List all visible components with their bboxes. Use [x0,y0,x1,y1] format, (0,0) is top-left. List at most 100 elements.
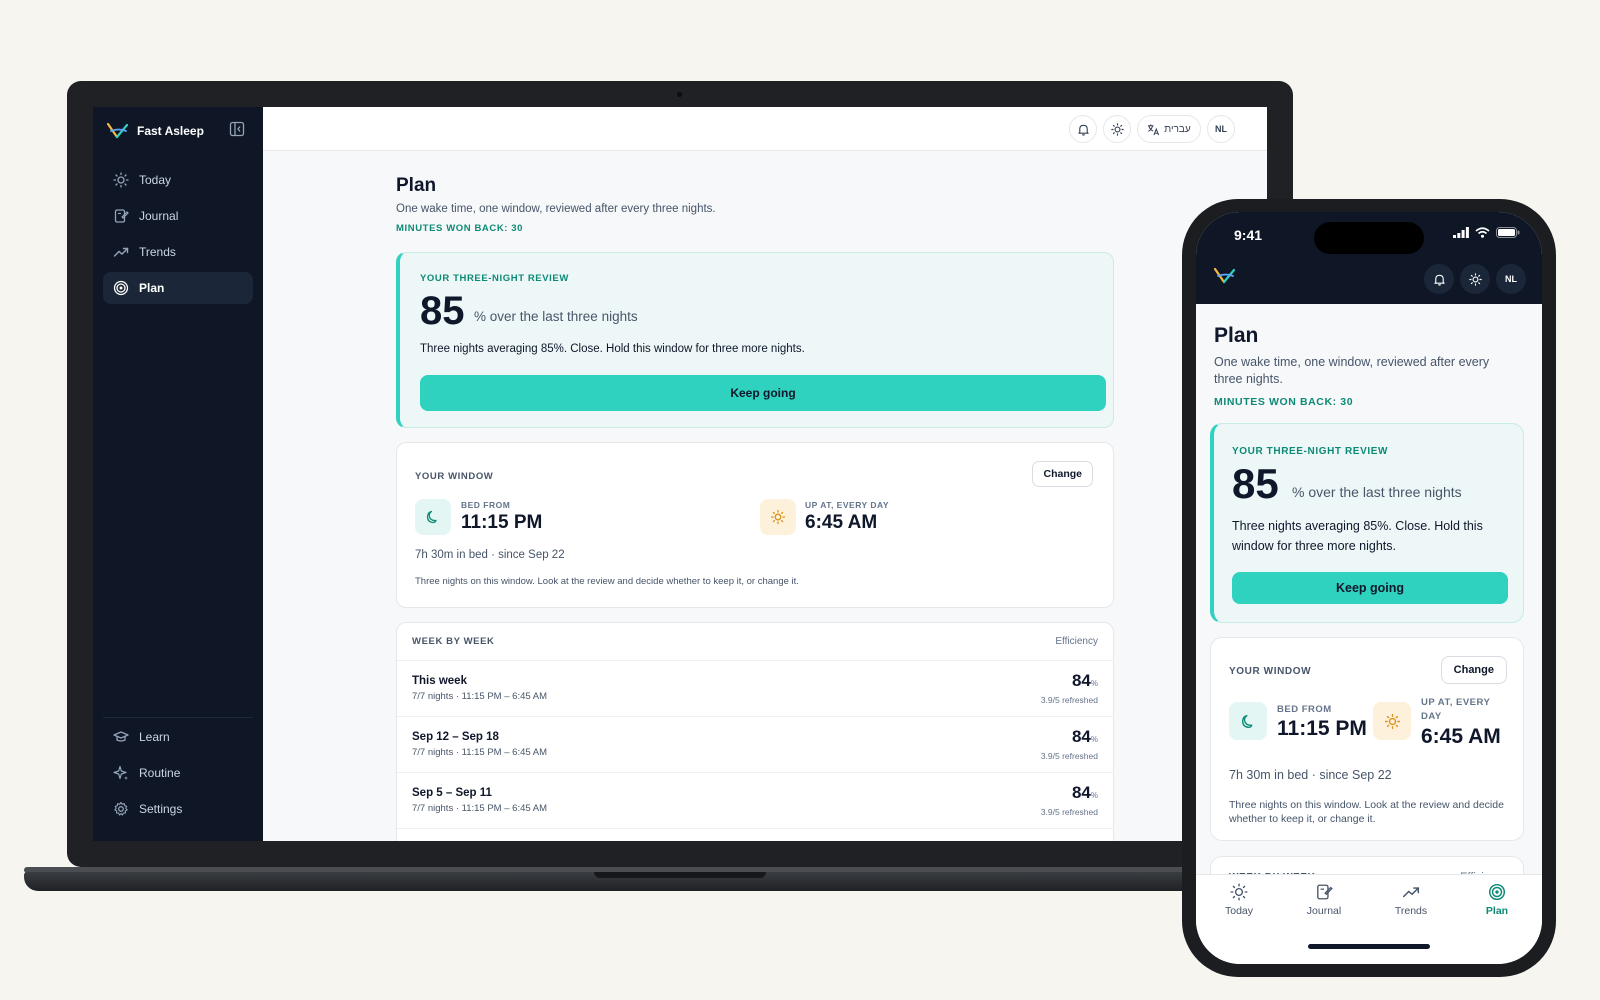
home-indicator[interactable] [1308,944,1430,949]
bed-time: 11:15 PM [1277,717,1367,740]
sidebar-item-label: Routine [139,766,181,780]
user-avatar[interactable]: NL [1207,115,1235,143]
review-message: Three nights averaging 85%. Close. Hold … [420,343,805,355]
review-score: 85 [420,289,465,333]
sidebar-item-label: Trends [139,245,176,259]
bed-from-label: BED FROM [1277,704,1332,715]
week-name: This week [412,675,467,687]
review-score-unit: % over the last three nights [474,309,638,324]
journal-icon [1317,884,1333,900]
wake-label: UP AT, EVERY DAY [1421,696,1490,724]
efficiency-column-label: Efficiency [1055,636,1098,647]
target-icon [1488,883,1506,901]
sun-icon [1373,702,1411,740]
tab-label: Trends [1394,905,1428,917]
translate-icon [1148,123,1160,135]
app-logo-icon[interactable] [1213,267,1236,290]
laptop-notch [594,872,766,878]
week-by-week-card: WEEK BY WEEK Efficiency This week 7/7 ni… [396,622,1114,841]
week-refreshed: 3.9/5 refreshed [1040,807,1098,817]
sidebar-item-settings[interactable]: Settings [103,793,253,825]
journal-icon [114,209,129,223]
sidebar-item-plan[interactable]: Plan [103,272,253,304]
week-row[interactable]: This week 7/7 nights · 11:15 PM – 6:45 A… [397,661,1113,717]
theme-toggle-button[interactable] [1460,264,1490,294]
trend-icon [1402,887,1420,898]
status-icons [1453,227,1520,238]
notifications-button[interactable] [1424,264,1454,294]
week-efficiency-value: 84 [1071,727,1091,746]
sidebar-item-trends[interactable]: Trends [103,236,253,268]
app-name: Fast Asleep [137,124,204,138]
window-note: Three nights on this window. Look at the… [1229,799,1504,825]
sidebar-item-learn[interactable]: Learn [103,721,253,753]
keep-going-button[interactable]: Keep going [420,375,1106,411]
week-efficiency-value: 84 [1071,671,1091,690]
keep-going-button[interactable]: Keep going [1232,572,1508,604]
week-efficiency-unit: % [1090,735,1098,744]
language-button[interactable]: עברית [1137,115,1201,143]
page-title: Plan [1214,324,1259,347]
sidebar-item-label: Plan [139,281,165,295]
notifications-button[interactable] [1069,115,1097,143]
graduation-cap-icon [113,731,129,742]
brand[interactable]: Fast Asleep [107,119,204,143]
week-detail: 7/7 nights · 11:15 PM – 6:45 AM [412,803,548,814]
sidebar-item-journal[interactable]: Journal [103,200,253,232]
page-subtitle: One wake time, one window, reviewed afte… [1214,355,1490,386]
laptop-camera [677,92,682,97]
tab-label: Today [1224,905,1254,917]
week-refreshed: 3.9/5 refreshed [1040,695,1098,705]
change-window-button[interactable]: Change [1440,656,1507,684]
tab-journal[interactable]: Journal [1289,883,1359,917]
wake-label-line2: DAY [1421,711,1442,722]
theme-toggle-button[interactable] [1103,115,1131,143]
bell-icon [1077,124,1089,136]
sun-icon [1468,272,1482,286]
bell-icon [1433,274,1445,286]
window-label: YOUR WINDOW [1229,666,1312,677]
sidebar-item-label: Today [139,173,172,187]
sparkle-icon [113,765,128,780]
bed-from-label: BED FROM [461,500,511,510]
wake-time: 6:45 AM [1421,725,1501,748]
sidebar-divider [103,717,253,718]
sun-icon [1230,883,1248,901]
week-row[interactable]: Sep 5 – Sep 11 7/7 nights · 11:15 PM – 6… [397,773,1113,829]
user-avatar[interactable]: NL [1496,264,1526,294]
sidebar-item-today[interactable]: Today [103,164,253,196]
window-note: Three nights on this window. Look at the… [415,576,799,587]
phone-screen: 9:41 NL Plan One wake time, one window, … [1196,212,1542,964]
plan-page: Plan One wake time, one window, reviewed… [396,175,1114,841]
moon-icon [415,499,451,535]
app-logo-icon [107,122,129,139]
sun-icon [1110,122,1124,136]
sidebar-bottom-nav: Learn Routine Settings [103,721,253,829]
collapse-sidebar-icon[interactable] [229,121,245,137]
minutes-won-back: MINUTES WON BACK: 30 [396,223,524,234]
minutes-won-back: MINUTES WON BACK: 30 [1214,396,1354,408]
sidebar-item-routine[interactable]: Routine [103,757,253,789]
week-efficiency: 84% [1072,671,1098,691]
sidebar-item-label: Journal [139,209,179,223]
user-initials: NL [1505,274,1517,284]
language-label: עברית [1164,123,1191,135]
weeks-label: WEEK BY WEEK [412,636,495,647]
sidebar-item-label: Settings [139,802,183,816]
week-efficiency-value: 84 [1071,783,1091,802]
wifi-icon [1475,227,1490,238]
page-subtitle: One wake time, one window, reviewed afte… [396,203,716,215]
tab-plan[interactable]: Plan [1462,883,1532,917]
week-row[interactable]: Sep 12 – Sep 18 7/7 nights · 11:15 PM – … [397,717,1113,773]
window-meta: 7h 30m in bed · since Sep 22 [1229,768,1392,782]
bed-time: 11:15 PM [461,512,543,533]
window-label: YOUR WINDOW [415,471,494,482]
tab-trends[interactable]: Trends [1376,883,1446,917]
change-window-button[interactable]: Change [1032,461,1093,487]
status-time: 9:41 [1234,227,1263,243]
tab-today[interactable]: Today [1204,883,1274,917]
sidebar-nav: Today Journal Trends Plan [103,164,253,308]
weeks-header: WEEK BY WEEK Efficiency [397,623,1113,661]
trend-icon [113,247,129,257]
laptop-screen: Fast Asleep Today Journal Trends Plan Le… [93,107,1267,841]
